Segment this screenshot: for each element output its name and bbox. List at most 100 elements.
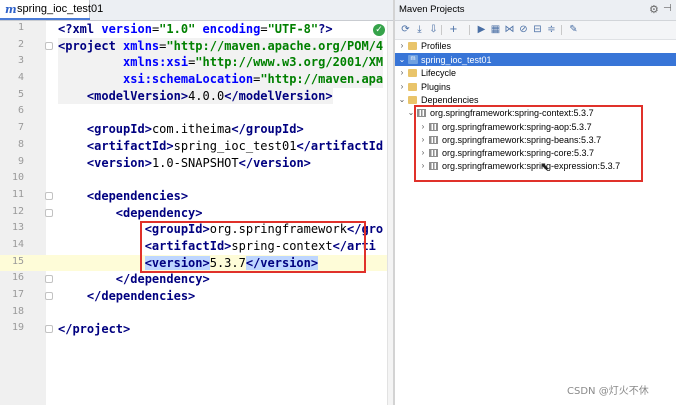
chevron-right-icon[interactable]: › xyxy=(398,39,406,52)
code-token: </groupId> xyxy=(231,122,304,137)
code-token: xml xyxy=(72,22,102,36)
fold-marker-icon[interactable] xyxy=(45,191,53,200)
code-token: = xyxy=(260,22,268,36)
code-token: "1.0" xyxy=(159,22,196,36)
collapse-all-icon[interactable]: ≑ xyxy=(545,23,558,36)
code-editor: m spring_ioc_test01 1 <?xml version = "1.0"… xyxy=(0,0,393,405)
inspection-ok-icon[interactable]: ✓ xyxy=(373,24,385,36)
code-line[interactable]: 18 xyxy=(0,305,393,322)
code-token: <modelVersion> xyxy=(86,88,189,103)
hide-panel-icon[interactable]: ⊣ xyxy=(663,3,672,14)
maven-toolbar: ⟳ ⤓ ⇩ + ▶ ▦ ⋈ ⊘ ⊟ ≑ ✎ xyxy=(395,21,676,40)
line-number: 9 xyxy=(17,155,24,167)
code-token: <groupId> xyxy=(86,122,152,137)
code-lines[interactable]: 1 <?xml version="1.0" encoding="UTF-8"?> 2… xyxy=(0,21,393,338)
code-line[interactable]: 1 <?xml version="1.0" encoding="UTF-8"?> xyxy=(0,21,393,38)
editor-tab-pom[interactable]: m spring_ioc_test01 xyxy=(0,0,103,20)
code-token: <project xyxy=(58,38,124,53)
code-line[interactable]: 7 <groupId>com.itheima</groupId> xyxy=(0,121,393,138)
code-line[interactable]: 10 xyxy=(0,171,393,188)
add-sources-icon[interactable]: ⤓ xyxy=(413,23,426,36)
code-text: </dependencies> xyxy=(58,288,195,305)
chevron-right-icon[interactable]: › xyxy=(398,66,406,79)
code-line[interactable]: 3 xmlns:xsi="http://www.w3.org/2001/XM xyxy=(0,54,393,72)
line-number: 4 xyxy=(17,72,24,84)
fold-marker-icon[interactable] xyxy=(45,41,53,50)
code-line[interactable]: 11 <dependencies> xyxy=(0,188,393,205)
code-token: <? xyxy=(58,22,73,36)
refresh-icon[interactable]: ⟳ xyxy=(399,23,412,36)
lifecycle-icon[interactable]: ▦ xyxy=(489,23,502,36)
code-line[interactable]: 8 <artifactId>spring_ioc_test01</artifac… xyxy=(0,138,393,155)
line-number: 3 xyxy=(17,55,24,67)
code-line[interactable]: 4 xsi:schemaLocation="http://maven.apa xyxy=(0,71,393,88)
code-token: </dependencies> xyxy=(86,289,196,303)
code-token: "http://maven.apa xyxy=(260,72,384,87)
settings-wrench-icon[interactable]: ✎ xyxy=(567,23,580,36)
code-text: <dependency> xyxy=(58,205,203,222)
toolbar-separator xyxy=(441,25,442,35)
toolbar-separator xyxy=(561,25,562,35)
tree-item[interactable]: ⌄ m spring_ioc_test01 xyxy=(395,52,676,66)
show-dependencies-icon[interactable]: ⊟ xyxy=(531,23,544,36)
code-line[interactable]: 5 <modelVersion>4.0.0</modelVersion> xyxy=(0,87,393,105)
code-token: xmlns:xsi xyxy=(123,55,189,70)
code-token: xmlns xyxy=(123,38,160,53)
run-icon[interactable]: ▶ xyxy=(475,23,488,36)
code-token: 1.0-SNAPSHOT xyxy=(151,155,239,170)
download-icon[interactable]: ⇩ xyxy=(427,23,440,36)
chevron-down-icon[interactable]: ⌄ xyxy=(398,53,406,66)
folder-icon xyxy=(408,69,417,77)
line-number: 7 xyxy=(17,122,24,134)
editor-tab-bar: m spring_ioc_test01 xyxy=(0,0,393,21)
folder-icon xyxy=(408,96,417,104)
toggle-offline-icon[interactable]: ⋈ xyxy=(503,23,516,36)
code-line[interactable]: 2 <project xmlns="http://maven.apache.org… xyxy=(0,37,393,55)
line-number: 18 xyxy=(11,305,24,317)
maven-panel-title: Maven Projects xyxy=(399,4,465,15)
fold-marker-icon[interactable] xyxy=(45,292,53,300)
code-line[interactable]: 9 <version>1.0-SNAPSHOT</version> xyxy=(0,155,393,172)
gear-icon[interactable]: ⚙ xyxy=(649,3,659,16)
fold-marker-icon[interactable] xyxy=(45,325,53,334)
code-line[interactable]: 12 <dependency> xyxy=(0,205,393,222)
line-number: 1 xyxy=(17,22,24,33)
line-number: 19 xyxy=(11,322,24,334)
maven-panel-header: Maven Projects ⚙ ⊣ xyxy=(395,0,676,21)
code-text: <dependencies> xyxy=(58,188,188,205)
code-token: encoding xyxy=(195,22,261,36)
code-text: xsi:schemaLocation="http://maven.apa xyxy=(58,71,384,88)
folder-icon xyxy=(408,42,417,50)
line-number: 2 xyxy=(17,38,24,50)
tree-item[interactable]: › Plugins xyxy=(395,80,676,93)
tree-item[interactable]: › Profiles xyxy=(395,39,676,52)
code-text: xmlns:xsi="http://www.w3.org/2001/XM xyxy=(58,54,384,72)
line-number: 10 xyxy=(11,172,24,184)
chevron-right-icon[interactable]: › xyxy=(398,80,406,93)
code-line[interactable]: 19 </project> xyxy=(0,321,393,338)
code-token: xsi:schemaLocation xyxy=(123,72,254,87)
code-text: <modelVersion>4.0.0</modelVersion> xyxy=(58,87,333,105)
skip-tests-icon[interactable]: ⊘ xyxy=(517,23,530,36)
code-line[interactable]: 16 </dependency> xyxy=(0,271,393,288)
maven-file-icon: m xyxy=(5,3,17,16)
code-line[interactable]: 17 </dependencies> xyxy=(0,288,393,305)
highlight-box-dependency xyxy=(140,221,366,273)
fold-marker-icon[interactable] xyxy=(45,208,53,217)
code-text: <artifactId>spring_ioc_test01</artifactI… xyxy=(58,138,383,155)
code-text: <?xml version="1.0" encoding="UTF-8"?> xyxy=(58,21,333,38)
add-project-icon[interactable]: + xyxy=(447,23,460,36)
fold-marker-icon[interactable] xyxy=(45,275,53,284)
chevron-down-icon[interactable]: ⌄ xyxy=(398,93,406,106)
code-text: </project> xyxy=(58,321,130,338)
code-line[interactable]: 6 xyxy=(0,104,393,121)
tree-item[interactable]: › Lifecycle xyxy=(395,66,676,79)
tree-item-label: Profiles xyxy=(421,41,452,51)
code-token: 4.0.0 xyxy=(188,88,225,103)
